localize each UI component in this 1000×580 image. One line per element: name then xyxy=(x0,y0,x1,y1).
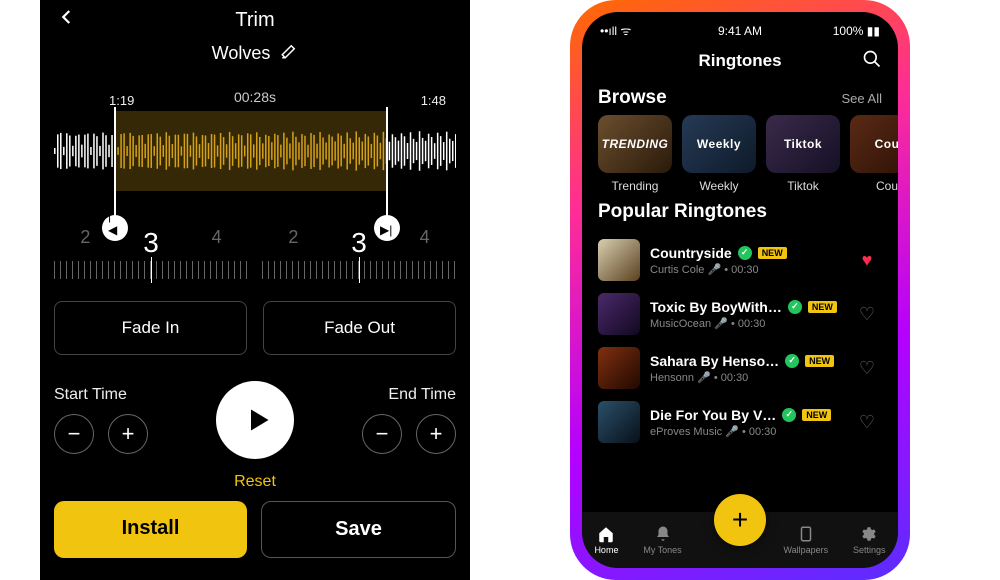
edit-icon[interactable] xyxy=(280,42,298,65)
waveform[interactable]: 1:19 1:48 |◀ ▶| xyxy=(54,111,456,191)
list-item[interactable]: Toxic By BoyWith… ✓ NEW MusicOcean 🎤 • 00:… xyxy=(594,287,886,341)
new-badge: NEW xyxy=(758,247,787,259)
favorite-button[interactable]: ♡ xyxy=(852,358,882,379)
category-carousel[interactable]: TRENDING Trending Weekly Weekly Tiktok T… xyxy=(582,115,898,193)
wave-end-time: 1:48 xyxy=(421,93,446,108)
favorite-button[interactable]: ♡ xyxy=(852,304,882,325)
end-time-label: End Time xyxy=(388,386,456,404)
status-time: 9:41 AM xyxy=(582,24,898,38)
favorite-button[interactable]: ♡ xyxy=(852,412,882,433)
list-item[interactable]: Die For You By V… ✓ NEW eProves Music 🎤 • … xyxy=(594,395,886,449)
start-minus-button[interactable]: − xyxy=(54,414,94,454)
verified-icon: ✓ xyxy=(782,408,796,422)
new-badge: NEW xyxy=(805,355,834,367)
end-plus-button[interactable]: + xyxy=(416,414,456,454)
album-art xyxy=(598,401,640,443)
screen-title: Ringtones xyxy=(698,51,781,71)
phone-frame: ••ıll ᯤ 9:41 AM 100% ▮▮ Ringtones Browse… xyxy=(570,0,910,580)
category-weekly[interactable]: Weekly Weekly xyxy=(682,115,756,193)
fade-in-button[interactable]: Fade In xyxy=(54,301,247,355)
song-row: Wolves xyxy=(54,42,456,65)
tab-mytones[interactable]: My Tones xyxy=(643,525,681,555)
ringtones-screen: ••ıll ᯤ 9:41 AM 100% ▮▮ Ringtones Browse… xyxy=(582,12,898,568)
new-badge: NEW xyxy=(802,409,831,421)
tab-settings[interactable]: Settings xyxy=(853,525,886,555)
ringtone-list: Countryside✓NEW Curtis Cole 🎤 • 00:30 ♥ … xyxy=(582,229,898,449)
wave-start-time: 1:19 xyxy=(109,93,134,108)
category-country[interactable]: Cou Cou xyxy=(850,115,898,193)
favorite-button[interactable]: ♥ xyxy=(852,250,882,271)
track-title: Die For You By V… xyxy=(650,407,776,423)
album-art xyxy=(598,347,640,389)
end-time-controls: End Time − + xyxy=(362,386,456,454)
verified-icon: ✓ xyxy=(785,354,799,368)
screen-title: Trim xyxy=(235,9,274,32)
header: Trim xyxy=(54,0,456,40)
status-bar: ••ıll ᯤ 9:41 AM 100% ▮▮ xyxy=(582,12,898,39)
start-plus-button[interactable]: + xyxy=(108,414,148,454)
album-art xyxy=(598,293,640,335)
verified-icon: ✓ xyxy=(738,246,752,260)
start-time-controls: Start Time − + xyxy=(54,386,148,454)
search-button[interactable] xyxy=(862,49,882,74)
play-button[interactable] xyxy=(216,381,294,459)
track-subtitle: MusicOcean 🎤 • 00:30 xyxy=(650,317,842,330)
category-tiktok[interactable]: Tiktok Tiktok xyxy=(766,115,840,193)
popular-heading: Popular Ringtones xyxy=(598,201,767,223)
tab-wallpapers[interactable]: Wallpapers xyxy=(783,525,828,555)
end-ruler[interactable]: 2 3 4 xyxy=(262,227,456,279)
list-item[interactable]: Sahara By Henso… ✓ NEW Hensonn 🎤 • 00:30 ♡ xyxy=(594,341,886,395)
install-button[interactable]: Install xyxy=(54,501,247,558)
browse-heading: Browse xyxy=(598,87,667,109)
back-button[interactable] xyxy=(58,8,76,31)
fade-out-button[interactable]: Fade Out xyxy=(263,301,456,355)
trim-end-handle[interactable]: ▶| xyxy=(386,107,388,227)
verified-icon: ✓ xyxy=(788,300,802,314)
track-subtitle: Curtis Cole 🎤 • 00:30 xyxy=(650,263,842,276)
tab-home[interactable]: Home xyxy=(594,525,618,555)
track-subtitle: Hensonn 🎤 • 00:30 xyxy=(650,371,842,384)
see-all-link[interactable]: See All xyxy=(842,91,882,106)
save-button[interactable]: Save xyxy=(261,501,456,558)
start-ruler[interactable]: 2 3 4 xyxy=(54,227,248,279)
trim-start-handle[interactable]: |◀ xyxy=(114,107,116,227)
add-button[interactable]: + xyxy=(714,494,766,546)
album-art xyxy=(598,239,640,281)
start-time-label: Start Time xyxy=(54,386,127,404)
list-item[interactable]: Countryside ✓ NEW Curtis Cole 🎤 • 00:30 ♥ xyxy=(594,233,886,287)
new-badge: NEW xyxy=(808,301,837,313)
track-subtitle: eProves Music 🎤 • 00:30 xyxy=(650,425,842,438)
reset-button[interactable]: Reset xyxy=(54,473,456,491)
song-name: Wolves xyxy=(212,43,271,64)
track-title: Toxic By BoyWith… xyxy=(650,299,782,315)
track-title: Countryside xyxy=(650,245,732,261)
end-minus-button[interactable]: − xyxy=(362,414,402,454)
trim-editor-screen: Trim Wolves 00:28s 1:19 1:48 |◀ ▶| 2 3 4 xyxy=(40,0,470,580)
category-trending[interactable]: TRENDING Trending xyxy=(598,115,672,193)
track-title: Sahara By Henso… xyxy=(650,353,779,369)
